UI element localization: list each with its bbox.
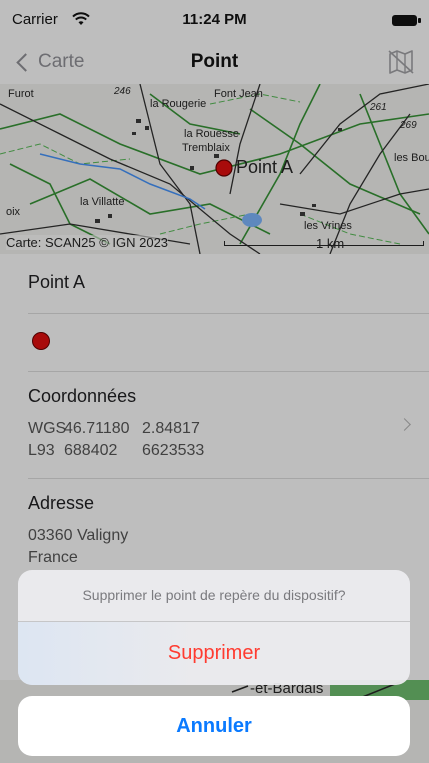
delete-button[interactable]: Supprimer bbox=[18, 622, 410, 685]
action-sheet: Supprimer le point de repère du disposit… bbox=[18, 570, 410, 685]
cancel-button[interactable]: Annuler bbox=[18, 696, 410, 756]
action-sheet-message: Supprimer le point de repère du disposit… bbox=[82, 587, 346, 603]
